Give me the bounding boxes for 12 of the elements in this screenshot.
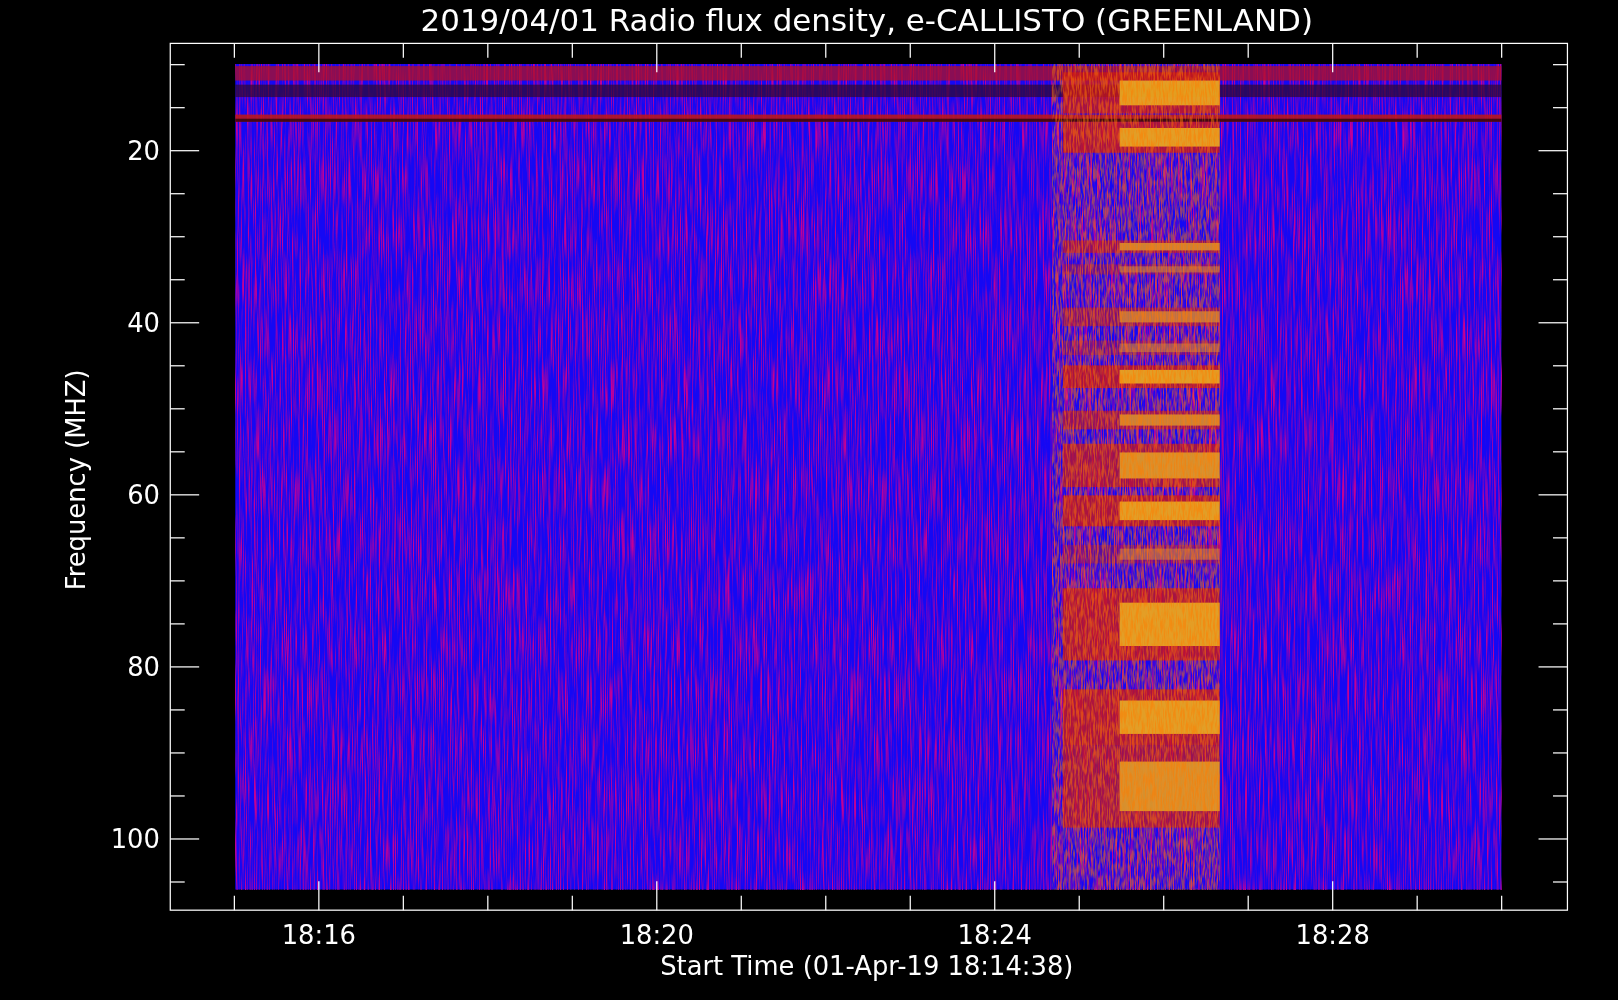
tick-label: 18:20 (619, 920, 694, 951)
tick-label: 100 (110, 824, 160, 855)
tick-label: 20 (127, 136, 160, 166)
axis-label: Frequency (MHZ) (60, 369, 91, 591)
tick-label: 18:28 (1295, 920, 1370, 951)
axis-label: Start Time (01-Apr-19 18:14:38) (660, 951, 1074, 982)
plot-title: 2019/04/01 Radio flux density, e-CALLISTO (GREENLAND) (420, 2, 1313, 38)
tick-label: 80 (127, 652, 160, 683)
tick-label: 60 (127, 480, 160, 511)
tick-label: 18:24 (957, 920, 1032, 951)
tick-label: 18:16 (281, 920, 356, 951)
tick-label: 40 (127, 308, 160, 339)
